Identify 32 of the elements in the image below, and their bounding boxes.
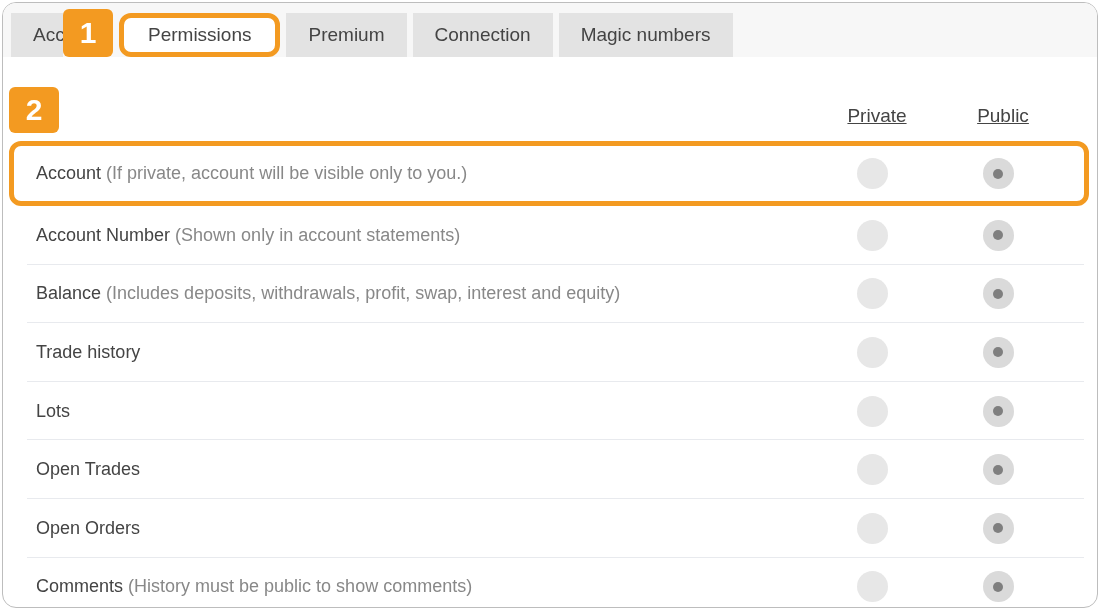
radio-button[interactable] <box>856 395 888 427</box>
column-header: Public <box>977 105 1029 128</box>
step-badge: 2 <box>9 87 59 133</box>
radio-button[interactable] <box>856 571 888 603</box>
radio-button[interactable] <box>856 512 888 544</box>
tab[interactable]: Connection <box>412 13 553 57</box>
tab[interactable]: Permissions <box>119 13 281 57</box>
tab[interactable]: Magic numbers <box>558 13 733 57</box>
tab[interactable]: Premium <box>286 13 407 57</box>
radio-button[interactable] <box>856 337 888 368</box>
setting-label: Account Number (Shown only in account statements) <box>35 224 462 246</box>
column-header: Private <box>847 105 907 128</box>
setting-label: Comments (History must be public to show comments) <box>35 576 474 598</box>
radio-button[interactable] <box>856 278 888 310</box>
setting-label: Trade history <box>35 342 142 363</box>
radio-button[interactable] <box>982 512 1014 544</box>
radio-button[interactable] <box>982 571 1014 603</box>
setting-label: Balance (Includes deposits, withdrawals, profit, swap, interest and equity) <box>35 283 622 305</box>
radio-button[interactable] <box>982 454 1014 486</box>
setting-label: Account (If private, account will be visible only to you.) <box>35 163 469 184</box>
radio-button[interactable] <box>982 158 1014 189</box>
setting-label: Open Trades <box>35 459 142 481</box>
radio-button[interactable] <box>856 454 888 486</box>
setting-label: Open Orders <box>35 517 142 539</box>
radio-button[interactable] <box>982 395 1014 427</box>
radio-button[interactable] <box>982 219 1014 251</box>
setting-label: Lots <box>35 400 72 422</box>
radio-button[interactable] <box>982 278 1014 310</box>
radio-button[interactable] <box>856 158 888 189</box>
radio-button[interactable] <box>856 219 888 251</box>
step-badge: 1 <box>63 9 113 57</box>
radio-button[interactable] <box>982 337 1014 368</box>
